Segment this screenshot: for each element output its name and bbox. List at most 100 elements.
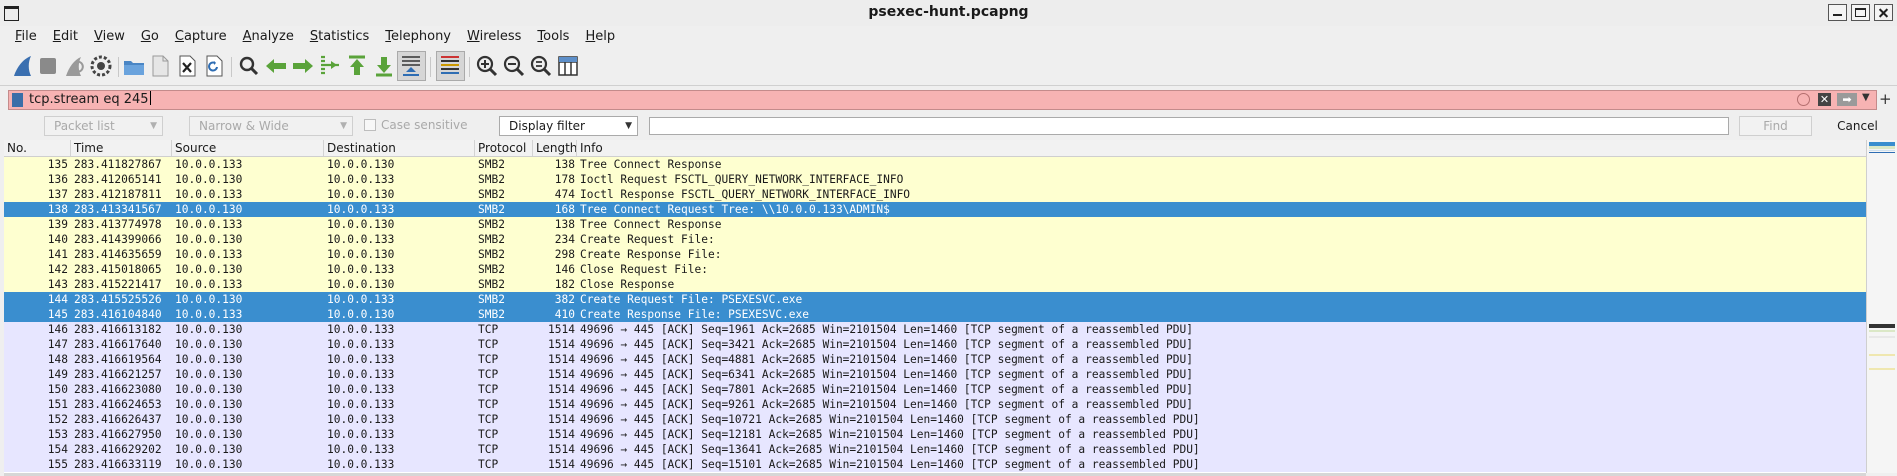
minimap-marker	[1869, 368, 1895, 370]
last-packet-icon[interactable]	[371, 53, 397, 79]
table-row[interactable]: 152 283.416626437 10.0.0.130 10.0.0.133 TCP 1…	[4, 412, 1866, 427]
table-row[interactable]: 149 283.416621257 10.0.0.130 10.0.0.133 TCP 1…	[4, 367, 1866, 382]
open-file-icon[interactable]	[121, 53, 147, 79]
table-row[interactable]: 139 283.413774978 10.0.0.133 10.0.0.130 SMB2…	[4, 217, 1866, 232]
title-bar: psexec-hunt.pcapng	[0, 0, 1897, 26]
menu-wireless[interactable]: Wireless	[459, 26, 529, 47]
cell-info: 49696 → 445 [ACK] Seq=9261 Ack=2685 Win=…	[580, 398, 1193, 411]
cell-no: 144	[47, 293, 68, 306]
menu-help[interactable]: Help	[577, 26, 623, 47]
menu-statistics[interactable]: Statistics	[302, 26, 377, 47]
table-row[interactable]: 143 283.415221417 10.0.0.133 10.0.0.130 SMB2…	[4, 277, 1866, 292]
menu-analyze[interactable]: Analyze	[235, 26, 302, 47]
find-button[interactable]: Find	[1739, 116, 1812, 136]
cell-info: Ioctl Request FSCTL_QUERY_NETWORK_INTERF…	[580, 173, 904, 186]
table-row[interactable]: 142 283.415018065 10.0.0.130 10.0.0.133 SMB2…	[4, 262, 1866, 277]
menu-file[interactable]: File	[0, 26, 45, 47]
save-file-icon[interactable]	[147, 53, 173, 79]
resize-columns-icon[interactable]	[555, 53, 581, 79]
close-file-icon[interactable]	[174, 53, 200, 79]
search-in-select[interactable]: Packet list ▼	[44, 116, 163, 136]
go-to-packet-icon[interactable]	[317, 53, 343, 79]
bookmark-icon[interactable]	[12, 93, 23, 107]
column-header-protocol[interactable]: Protocol	[474, 140, 532, 156]
table-row[interactable]: 148 283.416619564 10.0.0.130 10.0.0.133 TCP 1…	[4, 352, 1866, 367]
table-row[interactable]: 155 283.416633119 10.0.0.130 10.0.0.133 TCP 1…	[4, 457, 1866, 472]
cell-protocol: SMB2	[478, 233, 505, 246]
cell-info: 49696 → 445 [ACK] Seq=10721 Ack=2685 Win…	[580, 413, 1200, 426]
table-row[interactable]: 138 283.413341567 10.0.0.130 10.0.0.133 SMB2…	[4, 202, 1866, 217]
column-header-destination[interactable]: Destination	[323, 140, 474, 156]
restart-capture-icon[interactable]	[61, 53, 87, 79]
table-row[interactable]: 141 283.414635659 10.0.0.133 10.0.0.130 SMB2…	[4, 247, 1866, 262]
chevron-down-icon: ▼	[625, 121, 632, 131]
table-row[interactable]: 140 283.414399066 10.0.0.130 10.0.0.133 SMB2…	[4, 232, 1866, 247]
zoom-normal-icon[interactable]	[528, 53, 554, 79]
menu-tools[interactable]: Tools	[529, 26, 577, 47]
table-row[interactable]: 136 283.412065141 10.0.0.130 10.0.0.133 SMB2…	[4, 172, 1866, 187]
packet-list[interactable]: No. Time Source Destination Protocol Len…	[4, 140, 1866, 473]
go-back-icon[interactable]	[263, 53, 289, 79]
menu-edit[interactable]: Edit	[45, 26, 86, 47]
column-header-no[interactable]: No.	[4, 140, 70, 156]
menu-view[interactable]: View	[86, 26, 133, 47]
search-type-select[interactable]: Display filter ▼	[499, 116, 638, 136]
menu-capture[interactable]: Capture	[167, 26, 235, 47]
column-header-source[interactable]: Source	[171, 140, 323, 156]
cell-source: 10.0.0.130	[175, 428, 243, 441]
menu-go[interactable]: Go	[133, 26, 167, 47]
close-window-button[interactable]	[1874, 4, 1893, 21]
table-row[interactable]: 153 283.416627950 10.0.0.130 10.0.0.133 TCP 1…	[4, 427, 1866, 442]
table-row[interactable]: 144 283.415525526 10.0.0.130 10.0.0.133 SMB2…	[4, 292, 1866, 307]
case-sensitive-checkbox[interactable]	[364, 119, 376, 131]
minimap-viewport-indicator[interactable]	[1869, 324, 1895, 328]
table-row[interactable]: 146 283.416613182 10.0.0.130 10.0.0.133 TCP 1…	[4, 322, 1866, 337]
cell-protocol: TCP	[478, 383, 499, 396]
packet-minimap-scrollbar[interactable]	[1866, 140, 1897, 473]
cell-info: Close Response	[580, 278, 675, 291]
menu-telephony[interactable]: Telephony	[377, 26, 459, 47]
table-row[interactable]: 151 283.416624653 10.0.0.130 10.0.0.133 TCP 1…	[4, 397, 1866, 412]
cell-source: 10.0.0.130	[175, 398, 243, 411]
column-header-length[interactable]: Length	[532, 140, 577, 156]
first-packet-icon[interactable]	[344, 53, 370, 79]
find-packet-icon[interactable]	[236, 53, 262, 79]
cell-length: 382	[554, 293, 575, 306]
autoscroll-toggle[interactable]	[397, 51, 426, 81]
toolbar-separator	[118, 57, 119, 77]
cell-destination: 10.0.0.133	[327, 323, 395, 336]
cell-time: 283.416627950	[74, 428, 162, 441]
filter-history-dropdown-icon[interactable]: ▼	[1862, 92, 1870, 103]
go-forward-icon[interactable]	[290, 53, 316, 79]
minimize-button[interactable]	[1828, 4, 1847, 21]
cell-protocol: SMB2	[478, 218, 505, 231]
table-row[interactable]: 137 283.412187811 10.0.0.133 10.0.0.130 SMB2…	[4, 187, 1866, 202]
capture-options-icon[interactable]	[88, 53, 114, 79]
table-row[interactable]: 154 283.416629202 10.0.0.130 10.0.0.133 TCP 1…	[4, 442, 1866, 457]
table-row[interactable]: 145 283.416104840 10.0.0.133 10.0.0.130 SMB2…	[4, 307, 1866, 322]
find-text-input[interactable]	[649, 117, 1729, 135]
cell-protocol: SMB2	[478, 188, 505, 201]
zoom-in-icon[interactable]	[474, 53, 500, 79]
apply-filter-button[interactable]: ➡	[1837, 93, 1857, 106]
display-filter-input[interactable]: tcp.stream eq 245	[29, 91, 151, 109]
colorize-toggle[interactable]	[436, 51, 465, 81]
cancel-button[interactable]: Cancel	[1820, 116, 1895, 136]
reload-file-icon[interactable]	[201, 53, 227, 79]
table-row[interactable]: 147 283.416617640 10.0.0.130 10.0.0.133 TCP 1…	[4, 337, 1866, 352]
column-header-time[interactable]: Time	[70, 140, 171, 156]
shark-fin-start-icon[interactable]	[10, 53, 36, 79]
table-row[interactable]: 135 283.411827867 10.0.0.133 10.0.0.130 SMB2…	[4, 157, 1866, 172]
cell-info: 49696 → 445 [ACK] Seq=6341 Ack=2685 Win=…	[580, 368, 1193, 381]
clear-filter-button[interactable]: ✕	[1818, 93, 1831, 106]
table-row[interactable]: 150 283.416623080 10.0.0.130 10.0.0.133 TCP 1…	[4, 382, 1866, 397]
zoom-out-icon[interactable]	[501, 53, 527, 79]
char-width-select[interactable]: Narrow & Wide ▼	[189, 116, 353, 136]
maximize-button[interactable]	[1851, 4, 1870, 21]
cell-destination: 10.0.0.130	[327, 158, 395, 171]
add-filter-button[interactable]: +	[1879, 90, 1892, 108]
cell-time: 283.416633119	[74, 458, 162, 471]
stop-capture-icon[interactable]	[35, 53, 61, 79]
column-header-info[interactable]: Info	[576, 140, 1866, 156]
cell-length: 1514	[548, 443, 575, 456]
